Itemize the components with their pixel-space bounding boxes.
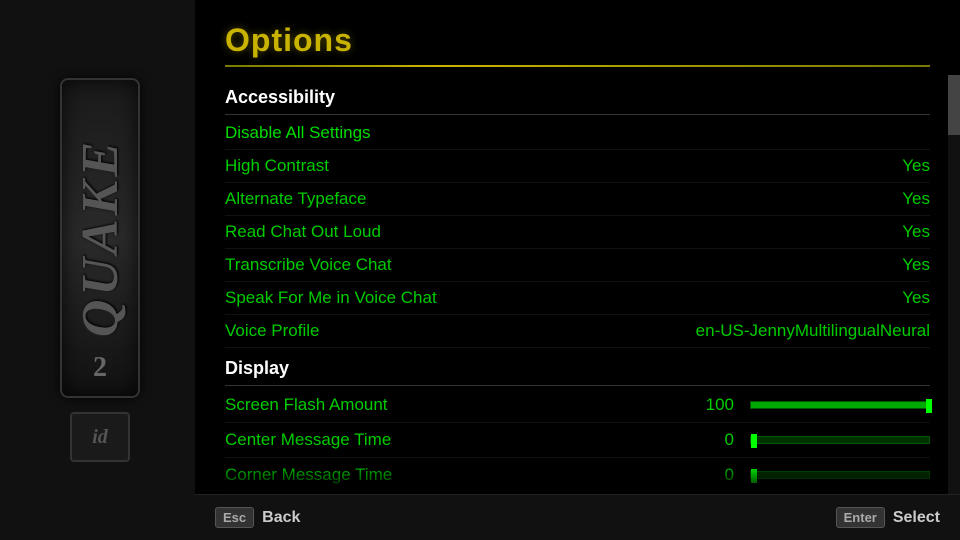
quake-logo-num: 2 [93,352,107,384]
list-item[interactable]: Speak For Me in Voice Chat Yes [225,282,930,315]
slider-screen-flash-fill [751,402,929,408]
list-item[interactable]: Corner Message Time 0 [225,458,930,493]
slider-center-msg-track[interactable] [750,436,930,444]
page-title: Options [225,22,930,59]
option-value-high-contrast: Yes [902,156,930,176]
list-item[interactable]: Center Message Time 0 [225,423,930,458]
option-value-transcribe-voice: Yes [902,255,930,275]
list-item[interactable]: Voice Profile en-US-JennyMultilingualNeu… [225,315,930,348]
bottom-bar: Esc Back Enter Select [195,494,960,540]
list-item[interactable]: Alternate Typeface Yes [225,183,930,216]
scrollbar-thumb[interactable] [948,75,960,135]
option-label-disable-all: Disable All Settings [225,123,371,143]
option-label-screen-flash: Screen Flash Amount [225,395,388,415]
back-button[interactable]: Esc Back [215,507,300,528]
slider-corner-msg-handle [751,469,757,483]
section-accessibility: Accessibility [225,77,930,115]
scrollbar[interactable] [948,75,960,494]
back-key: Esc [215,507,254,528]
select-label: Select [893,509,940,527]
slider-screen-flash-track[interactable] [750,401,930,409]
option-value-read-chat: Yes [902,222,930,242]
slider-corner-msg-value: 0 [704,465,734,485]
list-item[interactable]: High Contrast Yes [225,150,930,183]
option-value-alt-typeface: Yes [902,189,930,209]
option-value-speak-for-me: Yes [902,288,930,308]
slider-screen-flash-container: 100 [704,395,930,415]
title-bar: Options [195,0,960,77]
title-underline [225,65,930,67]
option-label-transcribe-voice: Transcribe Voice Chat [225,255,392,275]
slider-center-msg-handle [751,434,757,448]
list-item[interactable]: Transcribe Voice Chat Yes [225,249,930,282]
id-logo: id [70,412,130,462]
list-item[interactable]: Read Chat Out Loud Yes [225,216,930,249]
option-label-read-chat: Read Chat Out Loud [225,222,381,242]
select-key: Enter [836,507,885,528]
option-label-voice-profile: Voice Profile [225,321,320,341]
slider-screen-flash-handle [926,399,932,413]
options-container: Accessibility Disable All Settings High … [195,77,960,494]
quake-logo: QUAKE 2 [60,78,140,398]
slider-screen-flash-value: 100 [704,395,734,415]
section-display: Display [225,348,930,386]
option-label-corner-msg: Corner Message Time [225,465,392,485]
slider-center-msg-value: 0 [704,430,734,450]
slider-corner-msg-container: 0 [704,465,930,485]
select-button[interactable]: Enter Select [836,507,940,528]
option-label-center-msg: Center Message Time [225,430,391,450]
option-label-high-contrast: High Contrast [225,156,329,176]
slider-corner-msg-track[interactable] [750,471,930,479]
quake-logo-text: QUAKE [71,138,130,337]
slider-center-msg-container: 0 [704,430,930,450]
option-label-alt-typeface: Alternate Typeface [225,189,366,209]
main-content: Options Accessibility Disable All Settin… [195,0,960,540]
back-label: Back [262,509,300,527]
option-value-voice-profile: en-US-JennyMultilingualNeural [696,321,930,341]
list-item[interactable]: Disable All Settings [225,117,930,150]
option-label-speak-for-me: Speak For Me in Voice Chat [225,288,437,308]
list-item[interactable]: Screen Flash Amount 100 [225,388,930,423]
left-panel: QUAKE 2 id [0,0,200,540]
